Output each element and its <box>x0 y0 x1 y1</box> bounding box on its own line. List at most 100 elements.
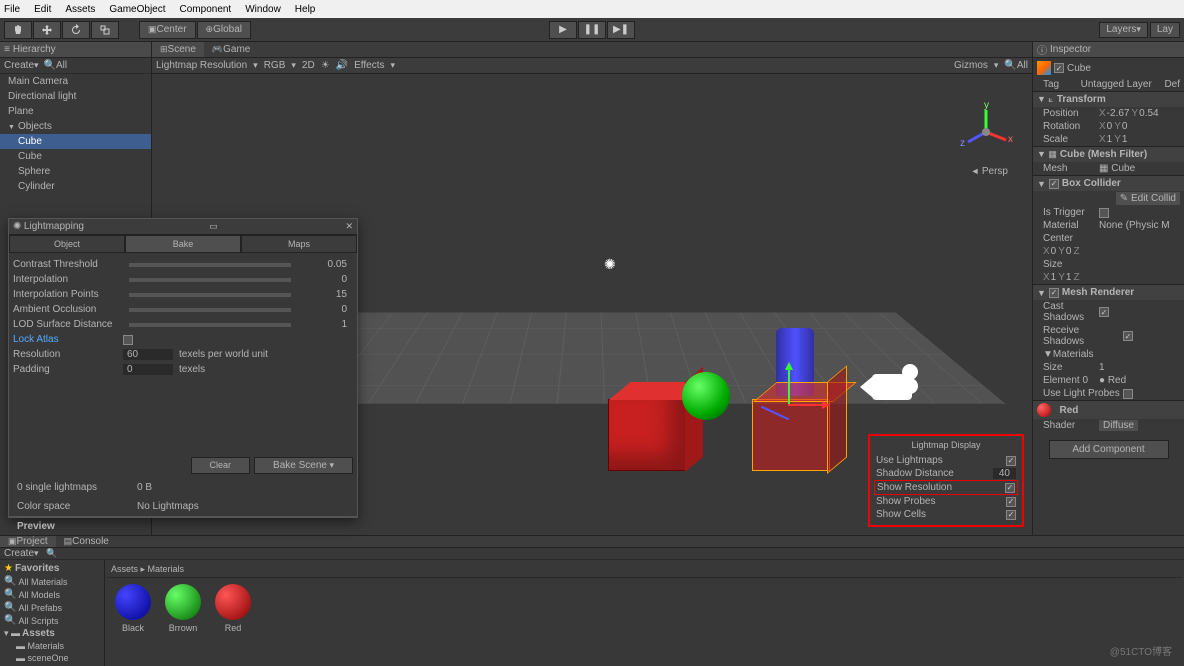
gizmos-dd[interactable]: Gizmos <box>954 60 988 71</box>
renderer-header[interactable]: ▼ ✓ Mesh Renderer <box>1033 285 1184 300</box>
lm-preview[interactable]: Preview <box>9 516 357 536</box>
project-tab[interactable]: ▣ Project <box>0 536 56 547</box>
hierarchy-item-cube[interactable]: Cube <box>0 149 151 164</box>
2d-toggle[interactable]: 2D <box>302 60 315 71</box>
rotate-tool[interactable] <box>62 21 90 39</box>
pos-x[interactable]: -2.67 <box>1107 108 1130 119</box>
lm-close[interactable]: ✕ <box>345 221 353 232</box>
menu-file[interactable]: File <box>4 4 20 15</box>
lm-tab-maps[interactable]: Maps <box>241 235 357 253</box>
hierarchy-create[interactable]: Create <box>4 60 34 71</box>
move-tool[interactable] <box>33 21 61 39</box>
trigger-checkbox[interactable] <box>1099 208 1109 218</box>
lm-undock[interactable]: ▭ <box>209 221 218 232</box>
effects-dd[interactable]: Effects <box>354 60 384 71</box>
lm-padding[interactable]: Padding0texels <box>13 362 353 377</box>
asset-red[interactable]: Red <box>213 584 253 633</box>
rgb-dd[interactable]: RGB <box>264 60 286 71</box>
project-create[interactable]: Create <box>4 548 34 559</box>
lm-tab-object[interactable]: Object <box>9 235 125 253</box>
tag-dd[interactable]: Untagged <box>1081 79 1124 90</box>
asset-brrown[interactable]: Brrown <box>163 584 203 633</box>
hierarchy-item-plane[interactable]: Plane <box>0 104 151 119</box>
lm-prop-ambient-occlusion[interactable]: Ambient Occlusion0 <box>13 302 353 317</box>
lm-show-resolution[interactable]: Show Resolution✓ <box>874 480 1018 495</box>
hierarchy-search[interactable]: 🔍All <box>44 60 68 71</box>
asset-black[interactable]: Black <box>113 584 153 633</box>
scl-x[interactable]: 1 <box>1107 134 1113 145</box>
console-tab[interactable]: ▤ Console <box>56 536 117 547</box>
layer-dd[interactable]: Def <box>1164 79 1180 90</box>
hierarchy-item-directional-light[interactable]: Directional light <box>0 89 151 104</box>
favorites-header[interactable]: ★Favorites <box>2 562 102 575</box>
fav-all-models[interactable]: 🔍All Models <box>2 588 102 601</box>
persp-label[interactable]: ◄ Persp <box>970 166 1008 177</box>
menu-edit[interactable]: Edit <box>34 4 51 15</box>
lm-prop-interpolation[interactable]: Interpolation0 <box>13 272 353 287</box>
search-all[interactable]: 🔍All <box>1004 60 1028 71</box>
mat-element[interactable]: ● Red <box>1099 375 1126 386</box>
scene-tab[interactable]: ⊞ Scene <box>152 42 204 57</box>
collider-header[interactable]: ▼ ✓ Box Collider <box>1033 176 1184 191</box>
breadcrumb[interactable]: Assets ▸ Materials <box>107 562 1182 578</box>
fav-all-materials[interactable]: 🔍All Materials <box>2 575 102 588</box>
light-probes[interactable] <box>1123 389 1133 399</box>
material-header[interactable]: Red <box>1033 401 1184 419</box>
scene-cube-1[interactable] <box>608 399 686 471</box>
fav-all-prefabs[interactable]: 🔍All Prefabs <box>2 601 102 614</box>
assets-header[interactable]: ▾ ▬ Assets <box>2 627 102 640</box>
light-toggle[interactable]: ☀ <box>321 60 330 71</box>
phys-mat[interactable]: None (Physic M <box>1099 220 1170 231</box>
transform-header[interactable]: ▼ ⟀ Transform <box>1033 92 1184 107</box>
lock-atlas[interactable]: Lock Atlas <box>13 332 353 347</box>
shader-dd[interactable]: Diffuse <box>1099 420 1138 431</box>
hierarchy-item-cube[interactable]: Cube <box>0 134 151 149</box>
recv-shadows[interactable]: ✓ <box>1123 331 1133 341</box>
hierarchy-tab[interactable]: ≡Hierarchy <box>0 42 151 58</box>
menu-component[interactable]: Component <box>180 4 232 15</box>
clear-button[interactable]: Clear <box>191 457 251 474</box>
edit-collider[interactable]: ✎ Edit Collid <box>1116 192 1180 205</box>
menu-help[interactable]: Help <box>295 4 316 15</box>
hand-tool[interactable] <box>4 21 32 39</box>
folder-sceneone[interactable]: ▬ sceneOne <box>2 652 102 664</box>
mesh-field[interactable]: ▦ Cube <box>1099 163 1135 174</box>
inspector-tab[interactable]: ⓘInspector <box>1033 42 1184 58</box>
rot-y[interactable]: 0 <box>1122 121 1128 132</box>
scale-tool[interactable] <box>91 21 119 39</box>
lm-shadow-distance[interactable]: Shadow Distance40 <box>874 467 1018 480</box>
menu-window[interactable]: Window <box>245 4 281 15</box>
pos-y[interactable]: 0.54 <box>1139 108 1158 119</box>
layers-dropdown[interactable]: Layers ▾ <box>1099 22 1148 38</box>
lm-tab-bake[interactable]: Bake <box>125 235 241 253</box>
scene-sphere[interactable] <box>682 372 730 420</box>
game-tab[interactable]: 🎮 Game <box>204 42 258 57</box>
rot-x[interactable]: 0 <box>1107 121 1113 132</box>
scene-cube-selected[interactable] <box>752 399 830 471</box>
play-button[interactable]: ▶ <box>549 21 577 39</box>
add-component-button[interactable]: Add Component <box>1049 440 1169 459</box>
fav-all-scripts[interactable]: 🔍All Scripts <box>2 614 102 627</box>
lm-prop-interpolation-points[interactable]: Interpolation Points15 <box>13 287 353 302</box>
lm-use-lightmaps[interactable]: Use Lightmaps✓ <box>874 454 1018 467</box>
hierarchy-item-objects[interactable]: Objects <box>0 119 151 134</box>
lm-prop-lod-surface-distance[interactable]: LOD Surface Distance1 <box>13 317 353 332</box>
orientation-gizmo[interactable]: x y z <box>956 102 1016 162</box>
hierarchy-item-main-camera[interactable]: Main Camera <box>0 74 151 89</box>
audio-toggle[interactable]: 🔊 <box>336 60 348 71</box>
bake-scene-button[interactable]: Bake Scene ▾ <box>254 457 353 474</box>
lm-prop-contrast-threshold[interactable]: Contrast Threshold0.05 <box>13 257 353 272</box>
cast-shadows[interactable]: ✓ <box>1099 307 1109 317</box>
step-button[interactable]: ▶❚ <box>607 21 635 39</box>
hierarchy-item-sphere[interactable]: Sphere <box>0 164 151 179</box>
lm-show-probes[interactable]: Show Probes✓ <box>874 495 1018 508</box>
object-name[interactable]: Cube <box>1067 63 1091 74</box>
scl-y[interactable]: 1 <box>1122 134 1128 145</box>
lightmap-res-dd[interactable]: Lightmap Resolution <box>156 60 247 71</box>
active-checkbox[interactable]: ✓ <box>1054 63 1064 73</box>
layout-dropdown[interactable]: Lay <box>1150 22 1180 38</box>
hierarchy-item-cylinder[interactable]: Cylinder <box>0 179 151 194</box>
menu-gameobject[interactable]: GameObject <box>109 4 165 15</box>
pivot-global[interactable]: ⊕ Global <box>197 21 251 39</box>
folder-materials[interactable]: ▬ Materials <box>2 640 102 652</box>
